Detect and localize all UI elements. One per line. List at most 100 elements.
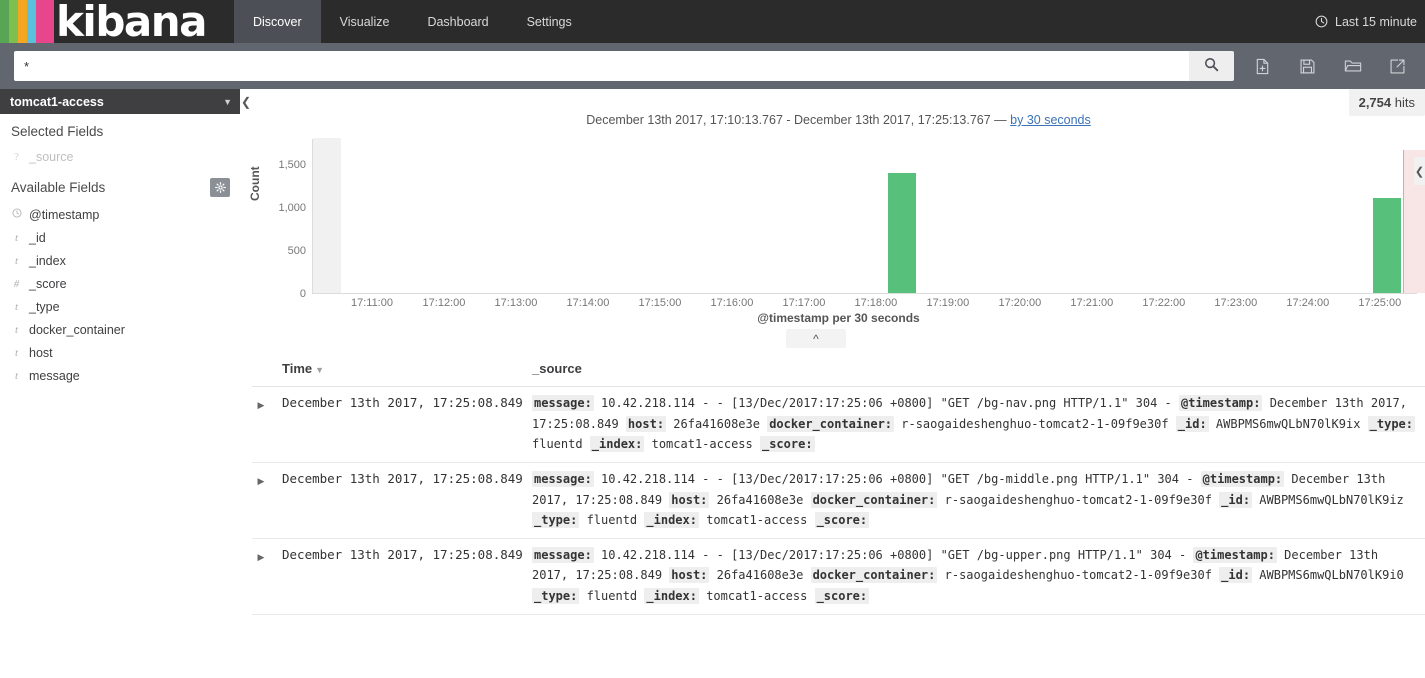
table-row[interactable]: ▶ December 13th 2017, 17:25:08.849 message…	[252, 538, 1425, 615]
source-field-value: 26fa41608e3e	[709, 492, 811, 507]
search-input[interactable]	[14, 51, 1189, 81]
x-axis-tick: 17:13:00	[494, 297, 538, 309]
kibana-logo[interactable]: kibana	[0, 0, 234, 43]
x-axis-tick: 17:12:00	[422, 297, 466, 309]
source-field-key: _type:	[1367, 415, 1416, 432]
source-field-key: message:	[532, 395, 594, 411]
table-row[interactable]: ▶ December 13th 2017, 17:25:08.849 message…	[252, 386, 1425, 463]
source-field-value: AWBPMS6mwQLbN70lK9i0	[1252, 568, 1404, 583]
chevron-down-icon: ▼	[223, 96, 232, 107]
y-axis-label: Count	[248, 166, 262, 201]
table-row[interactable]: ▶ December 13th 2017, 17:25:08.849 message…	[252, 462, 1425, 539]
histogram-plot-area[interactable]	[312, 138, 1425, 294]
search-submit-button[interactable]	[1189, 51, 1234, 81]
source-field-value: 10.42.218.114 - - [13/Dec/2017:17:25:06 …	[593, 396, 1179, 410]
x-axis-tick: 17:20:00	[998, 297, 1042, 309]
source-field-key: docker_container:	[767, 415, 895, 432]
field-type-string-icon: t	[14, 254, 19, 267]
available-fields-header: Available Fields	[0, 168, 240, 203]
nav-tab-visualize[interactable]: Visualize	[321, 0, 409, 43]
source-field-key: host:	[625, 415, 667, 432]
field-type-date-icon	[11, 208, 22, 221]
sidebar-field-timestamp[interactable]: @timestamp	[0, 203, 240, 226]
documents-table: Time ▼ _source ▶ December 13th 2017, 17:25…	[252, 353, 1425, 615]
source-field-key: _index:	[644, 512, 699, 529]
query-bar-actions	[1240, 44, 1420, 88]
source-field-key: message:	[532, 546, 594, 563]
table-header-row: Time ▼ _source	[252, 353, 1425, 387]
time-picker[interactable]: Last 15 minute	[1315, 0, 1425, 43]
source-field-value: AWBPMS6mwQLbN70lK9ix	[1208, 416, 1368, 431]
x-axis-tick: 17:16:00	[710, 297, 754, 309]
source-field-value: 10.42.218.114 - - [13/Dec/2017:17:25:06 …	[593, 547, 1194, 562]
query-bar	[0, 43, 1425, 89]
source-field-key: host:	[669, 567, 710, 584]
sidebar-field-docker_container[interactable]: t docker_container	[0, 318, 240, 341]
caret-right-icon[interactable]: ▶	[258, 476, 265, 486]
nav-tab-discover[interactable]: Discover	[234, 0, 321, 50]
open-search-icon[interactable]	[1330, 44, 1375, 88]
source-field-value: tomcat1-access	[698, 513, 815, 528]
sidebar-field-_index[interactable]: t _index	[0, 249, 240, 272]
sidebar-collapse-button[interactable]: ❮	[240, 89, 252, 114]
expand-row-cell[interactable]: ▶	[252, 462, 274, 539]
source-field-key: _score:	[759, 436, 815, 453]
index-pattern-selector[interactable]: tomcat1-access ▼	[0, 89, 240, 114]
source-column-header[interactable]: _source	[532, 353, 1425, 387]
source-field-key: docker_container:	[810, 567, 938, 584]
field-type-string-icon: t	[14, 323, 19, 336]
kibana-logo-bars-icon	[0, 0, 54, 43]
source-field-key: @timestamp:	[1193, 546, 1277, 563]
new-search-icon[interactable]	[1240, 44, 1285, 88]
fields-sidebar: tomcat1-access ▼ Selected Fields ? _sour…	[0, 89, 240, 678]
source-field-value: 26fa41608e3e	[666, 416, 768, 431]
source-field-key: _index:	[589, 436, 645, 453]
source-field-value: tomcat1-access	[698, 589, 815, 603]
field-name-label: message	[29, 368, 80, 383]
histogram-bar[interactable]	[1373, 198, 1401, 293]
histogram-bar[interactable]	[888, 173, 916, 293]
gear-icon[interactable]	[210, 178, 230, 197]
chart-collapse-button[interactable]: ^	[786, 329, 846, 348]
chart-interval-link[interactable]: by 30 seconds	[1010, 113, 1091, 127]
sidebar-field-_score[interactable]: # _score	[0, 272, 240, 295]
nav-tab-dashboard[interactable]: Dashboard	[408, 0, 507, 43]
nav-tab-discover-label: Discover	[253, 14, 302, 29]
sidebar-field-_type[interactable]: t _type	[0, 295, 240, 318]
expand-row-cell[interactable]: ▶	[252, 538, 274, 615]
sidebar-field-_source[interactable]: ? _source	[0, 145, 240, 168]
sidebar-field-host[interactable]: t host	[0, 341, 240, 364]
sidebar-field-_id[interactable]: t _id	[0, 226, 240, 249]
right-panel-collapse-button[interactable]: ❮	[1414, 157, 1425, 185]
documents-table-head: Time ▼ _source	[252, 353, 1425, 387]
save-search-icon[interactable]	[1285, 44, 1330, 88]
sidebar-field-message[interactable]: t message	[0, 364, 240, 387]
expand-row-cell[interactable]: ▶	[252, 386, 274, 463]
nav-tabs: Discover Visualize Dashboard Settings	[234, 0, 591, 50]
x-axis-label: @timestamp per 30 seconds	[757, 311, 920, 325]
source-field-value: r-saogaideshenghuo-tomcat2-1-09f9e30f	[937, 492, 1220, 507]
selected-fields-label: Selected Fields	[11, 124, 104, 139]
field-name-label: _id	[29, 230, 46, 245]
field-type-string-icon: t	[14, 231, 19, 244]
time-column-header[interactable]: Time ▼	[274, 353, 532, 387]
field-type-unknown-icon: ?	[14, 150, 19, 163]
caret-right-icon[interactable]: ▶	[258, 552, 265, 562]
histogram-bar[interactable]	[313, 138, 341, 293]
source-field-value: r-saogaideshenghuo-tomcat2-1-09f9e30f	[937, 568, 1220, 583]
chevron-left-icon: ❮	[240, 94, 252, 109]
x-axis-tick: 17:14:00	[566, 297, 610, 309]
time-picker-label: Last 15 minute	[1335, 14, 1417, 29]
share-search-icon[interactable]	[1375, 44, 1420, 88]
y-axis-tick: 1,000	[278, 201, 306, 214]
row-source-cell: message: 10.42.218.114 - - [13/Dec/2017:…	[532, 386, 1425, 463]
source-field-key: docker_container:	[810, 491, 938, 508]
caret-right-icon[interactable]: ▶	[258, 400, 265, 410]
available-fields-label: Available Fields	[11, 180, 106, 195]
row-time-cell: December 13th 2017, 17:25:08.849	[274, 538, 532, 615]
x-axis-tick: 17:19:00	[926, 297, 970, 309]
field-name-label: host	[29, 345, 53, 360]
nav-tab-settings[interactable]: Settings	[508, 0, 591, 43]
field-type-string-icon: t	[14, 300, 19, 313]
field-type-string-icon: t	[14, 346, 19, 359]
